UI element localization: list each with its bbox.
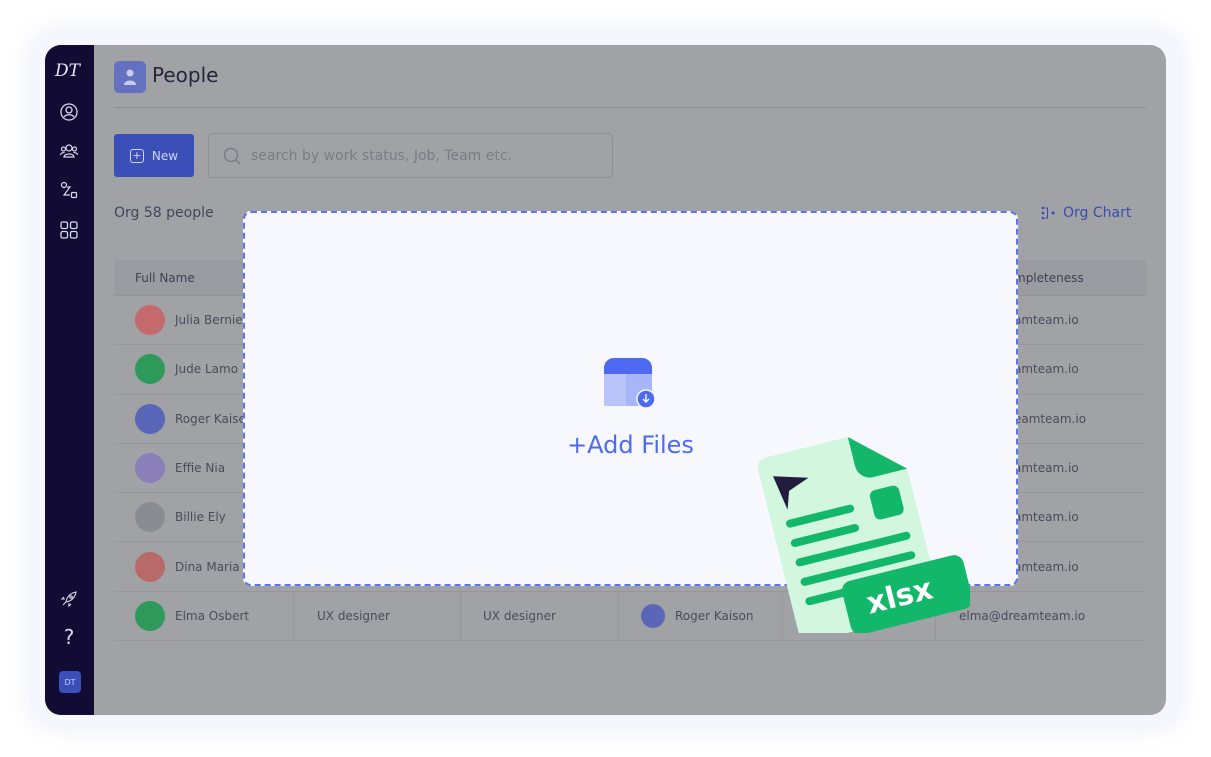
page-title: People [152, 63, 219, 87]
email-cell: amteam.io [1014, 461, 1079, 476]
table-row[interactable]: Elma Osbert UX designer UX designer Roger K… [114, 591, 1146, 642]
profile-icon[interactable] [58, 101, 80, 123]
user-avatar[interactable]: DT [59, 671, 81, 693]
name-cell: Julia Bernie [135, 296, 243, 344]
rocket-icon[interactable] [58, 588, 80, 610]
email-cell: amteam.io [1014, 510, 1079, 525]
search-input[interactable]: search by work status, Job, Team etc. [208, 133, 613, 178]
avatar [135, 354, 165, 385]
people-icon[interactable] [58, 140, 80, 162]
search-placeholder: search by work status, Job, Team etc. [251, 147, 513, 164]
header-full-name[interactable]: Full Name [135, 260, 195, 295]
xlsx-file-icon: xlsx [755, 437, 970, 633]
org-chart-icon [1041, 206, 1055, 220]
avatar [135, 453, 165, 484]
email-cell: amteam.io [1014, 559, 1079, 574]
org-chart-link[interactable]: Org Chart [1041, 205, 1131, 221]
email-cell: eamteam.io [1014, 411, 1087, 426]
email-cell: amteam.io [1014, 313, 1079, 328]
people-title-icon [114, 61, 146, 93]
name-cell: Billie Ely [135, 493, 226, 541]
divider [114, 107, 1146, 108]
email-cell: amteam.io [1014, 362, 1079, 377]
new-label: New [151, 148, 179, 163]
name-cell: Dina Maria [135, 542, 240, 590]
avatar [135, 600, 165, 631]
help-icon[interactable]: ? [58, 625, 80, 649]
workflow-icon[interactable] [58, 179, 80, 201]
apps-icon[interactable] [58, 219, 80, 241]
manager-cell: Roger Kaison [641, 592, 753, 640]
search-icon [223, 147, 241, 165]
sidebar: DT ? DT [45, 45, 94, 715]
spreadsheet-upload-icon [604, 358, 656, 409]
title-cell: UX designer [483, 608, 556, 623]
avatar [135, 551, 165, 582]
avatar [135, 403, 165, 434]
email-cell: elma@dreamteam.io [959, 608, 1086, 623]
logo: DT [55, 61, 80, 81]
column-divider [618, 591, 619, 641]
avatar [641, 603, 665, 628]
plus-icon: + [129, 148, 144, 163]
name-cell: Elma Osbert [135, 592, 249, 640]
avatar [135, 502, 165, 533]
column-divider [293, 591, 294, 641]
avatar [135, 305, 165, 336]
name-cell: Roger Kaise [135, 395, 246, 443]
job-cell: UX designer [317, 608, 390, 623]
people-count: Org 58 people [114, 205, 214, 221]
column-divider [460, 591, 461, 641]
header-completeness[interactable]: mpleteness [1014, 260, 1084, 295]
name-cell: Effie Nia [135, 444, 225, 492]
new-button[interactable]: + New [114, 134, 194, 177]
name-cell: Jude Lamo [135, 345, 238, 393]
